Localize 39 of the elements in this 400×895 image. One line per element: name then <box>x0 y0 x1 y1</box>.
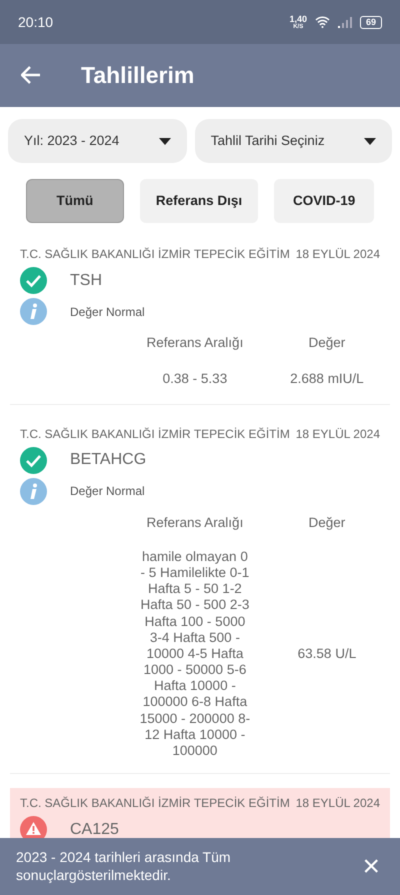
wifi-icon <box>314 16 330 28</box>
filter-tab[interactable]: COVID-19 <box>274 179 374 223</box>
column-header: Değer <box>308 334 346 352</box>
result-value: 63.58 U/L <box>296 644 358 663</box>
hospital-name: T.C. SAĞLIK BAKANLIĞI İZMİR TEPECİK EĞİTİM <box>20 426 290 442</box>
check-circle-icon <box>20 267 47 294</box>
snackbar-message: 2023 - 2024 tarihleri arasında Tüm sonuçlargösterilmektedir. <box>16 849 232 884</box>
page-title: Tahlillerim <box>81 61 194 90</box>
result-date: 18 EYLÜL 2024 <box>296 246 380 263</box>
signal-icon <box>338 16 352 28</box>
caret-icon <box>364 138 376 144</box>
back-arrow-icon <box>21 66 41 84</box>
battery-indicator: 69 <box>360 16 382 28</box>
close-button[interactable]: × <box>358 852 384 882</box>
result-value: 2.688 mIU/L <box>289 370 365 388</box>
result-date: 18 EYLÜL 2024 <box>296 426 380 442</box>
test-name: CA125 <box>70 820 119 838</box>
info-icon <box>20 298 47 325</box>
check-circle-icon <box>20 446 47 474</box>
reference-range: 0.38 - 5.33 <box>162 371 228 388</box>
column-header: Referans Aralığı <box>146 514 244 532</box>
result-date: 18 EYLÜL 2024 <box>296 795 380 812</box>
filter-tab[interactable]: Tümü <box>26 179 124 223</box>
reference-range: hamile olmayan 0 - 5 Hamilelikte 0-1 Hafta 5 - 50 1-2 Hafta 50 - 500 2-3 Hafta 100 - 5000 3-4 Hafta 500 - 10000 4-5 Hafta 1000 - 50000 5-6 Hafta 10000 - 100000 6-8 Hafta 15000 - 200000 8-12 Hafta 10000 - 100000 <box>138 548 252 760</box>
caret-icon <box>158 138 171 144</box>
test-name: TSH <box>70 270 102 290</box>
clock-text: 20:10 <box>18 12 54 32</box>
status-note: Değer Normal <box>70 304 145 320</box>
hospital-name: T.C. SAĞLIK BAKANLIĞI İZMİR TEPECİK EĞİTİM <box>20 246 290 263</box>
status-note: Değer Normal <box>70 483 145 500</box>
network-speed-text: 1,40 <box>289 14 307 24</box>
column-header: Değer <box>308 514 346 532</box>
test-name: BETAHCG <box>70 450 146 470</box>
dropdown[interactable]: Yıl: 2023 - 2024 <box>8 119 187 163</box>
info-icon <box>20 478 47 504</box>
filter-tab[interactable]: Referans Dışı <box>140 179 258 223</box>
hospital-name: T.C. SAĞLIK BAKANLIĞI İZMİR TEPECİK EĞİTİM <box>20 795 290 812</box>
dropdown[interactable]: Tahlil Tarihi Seçiniz <box>194 119 392 163</box>
column-header: Referans Aralığı <box>146 334 244 352</box>
